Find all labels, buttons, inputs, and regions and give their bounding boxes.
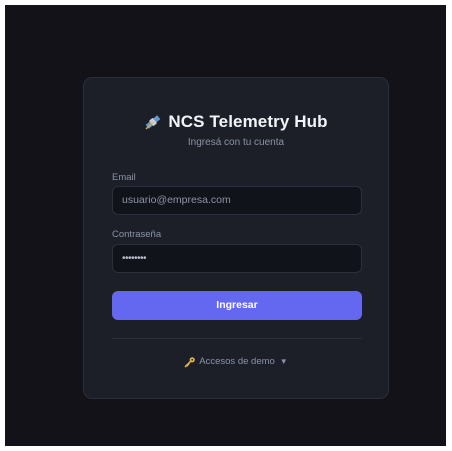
email-field[interactable]: usuario@empresa.com xyxy=(112,186,362,215)
satellite-icon xyxy=(144,113,162,131)
login-button[interactable]: Ingresar xyxy=(112,291,362,320)
password-field[interactable]: •••••••• xyxy=(112,244,362,273)
divider xyxy=(112,338,362,339)
app-background: NCS Telemetry Hub Ingresá con tu cuenta … xyxy=(5,5,446,446)
page-title: NCS Telemetry Hub xyxy=(168,112,328,131)
chevron-down-icon: ▼ xyxy=(279,357,288,366)
email-label: Email xyxy=(112,172,136,183)
demo-access-toggle[interactable]: Accesos de demo ▼ xyxy=(84,356,388,368)
page-subtitle: Ingresá con tu cuenta xyxy=(187,137,285,148)
login-card: NCS Telemetry Hub Ingresá con tu cuenta … xyxy=(83,77,389,399)
title-row: NCS Telemetry Hub xyxy=(84,112,388,132)
password-label: Contraseña xyxy=(112,229,162,240)
demo-access-label: Accesos de demo xyxy=(199,356,275,367)
key-icon xyxy=(184,356,196,368)
